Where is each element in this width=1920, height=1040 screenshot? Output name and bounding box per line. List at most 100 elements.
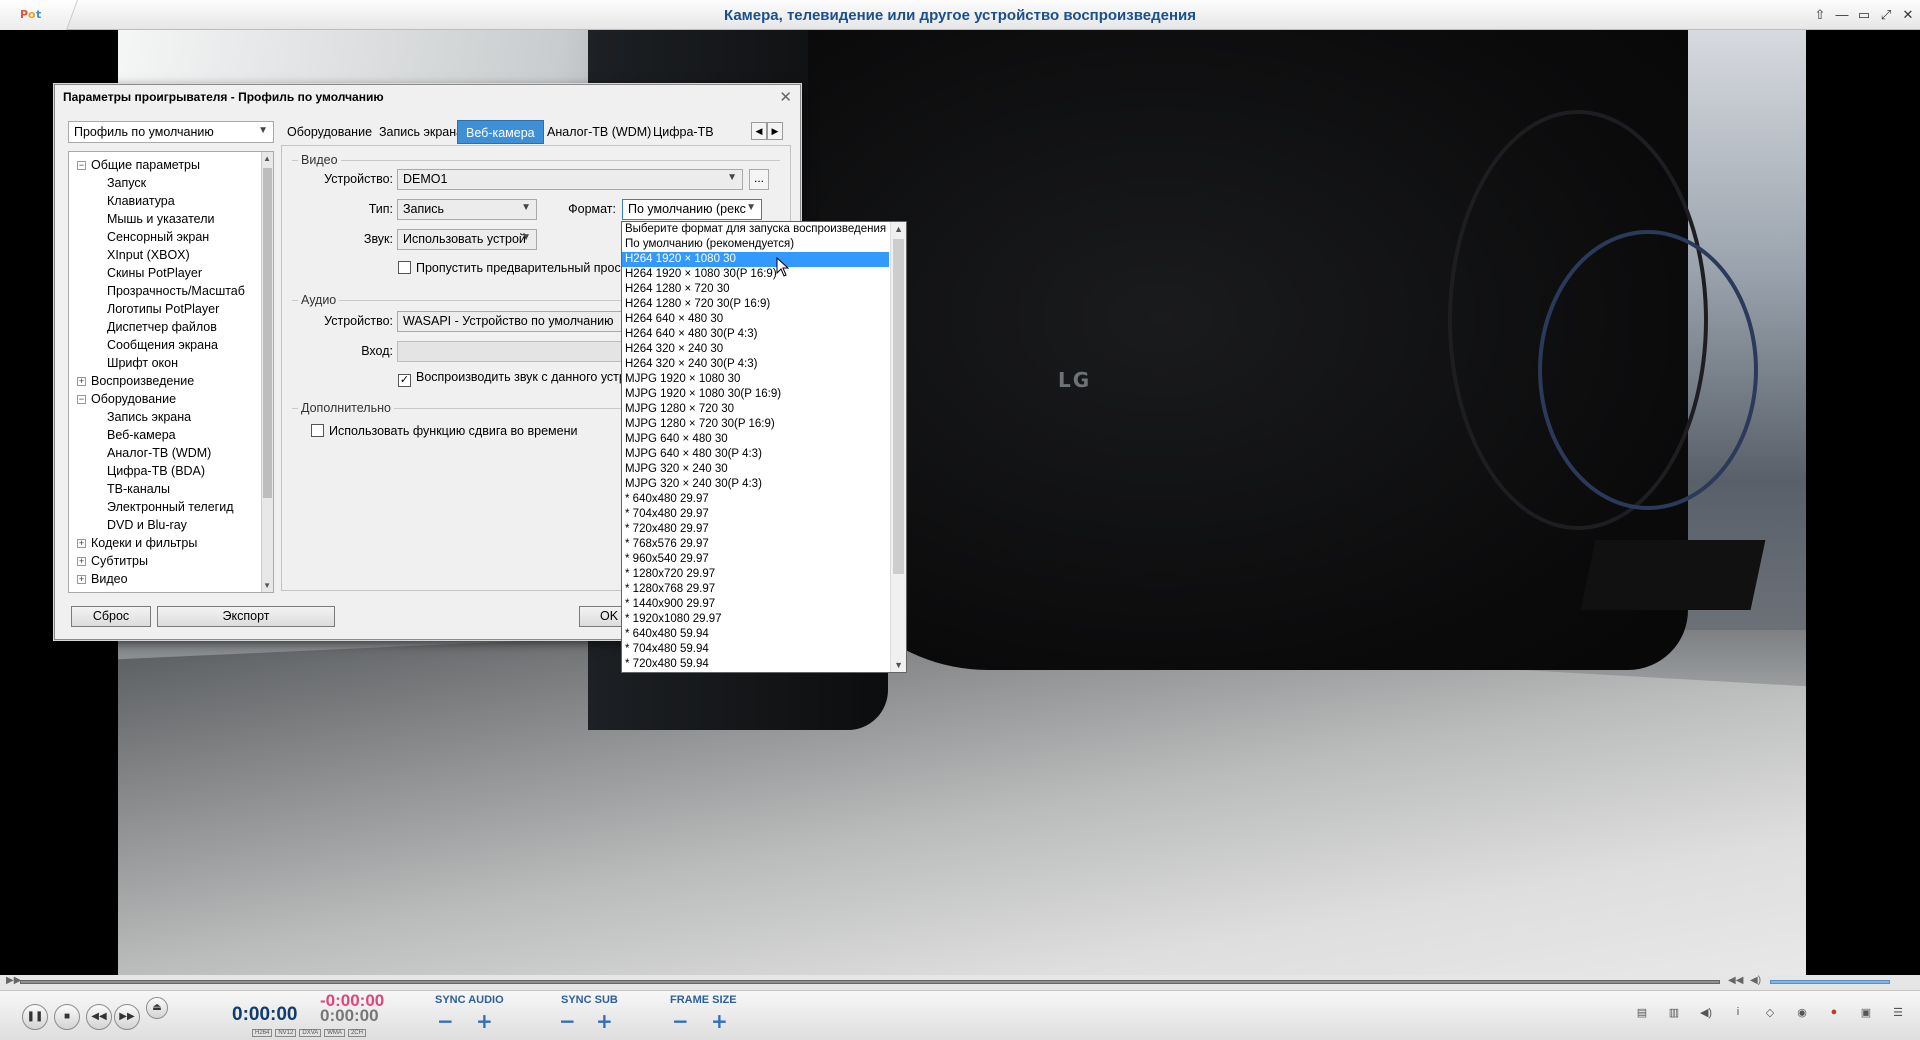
expand-icon[interactable]: + bbox=[77, 377, 86, 386]
sync-audio-minus-button[interactable]: − bbox=[437, 1009, 454, 1033]
tab-screen-capture[interactable]: Запись экрана bbox=[379, 120, 463, 144]
subtitle-icon[interactable]: ▥ bbox=[1664, 1006, 1684, 1022]
tree-item[interactable]: Диспетчер файлов bbox=[107, 320, 217, 334]
tree-item[interactable]: Электронный телегид bbox=[107, 500, 234, 514]
format-option[interactable]: H264 1920 × 1080 30(P 16:9) bbox=[622, 267, 906, 282]
tab-webcam[interactable]: Веб-камера bbox=[457, 120, 544, 144]
type-select[interactable]: Запись ▼ bbox=[397, 199, 537, 220]
sync-audio-plus-button[interactable]: + bbox=[476, 1009, 493, 1033]
checkbox-box[interactable]: ✓ bbox=[398, 374, 411, 387]
tab-hardware[interactable]: Оборудование bbox=[287, 120, 372, 144]
tree-item[interactable]: Воспроизведение bbox=[91, 374, 194, 388]
vr-icon[interactable]: ◇ bbox=[1760, 1006, 1780, 1022]
format-option[interactable]: * 1280x768 29.97 bbox=[622, 582, 906, 597]
profile-select[interactable]: Профиль по умолчанию ▼ bbox=[68, 121, 274, 143]
format-option[interactable]: * 1280x720 29.97 bbox=[622, 567, 906, 582]
seek-track[interactable] bbox=[20, 980, 1720, 984]
format-option[interactable]: H264 1280 × 720 30 bbox=[622, 282, 906, 297]
maximize-icon[interactable]: ▭ bbox=[1856, 7, 1872, 23]
tree-item[interactable]: Сообщения экрана bbox=[107, 338, 218, 352]
pin-icon[interactable]: ⇧ bbox=[1812, 7, 1828, 23]
dropdown-scrollbar[interactable]: ▲ ▼ bbox=[890, 222, 906, 672]
sound-select[interactable]: Использовать устрой ▼ bbox=[397, 229, 537, 250]
audio-icon[interactable]: ◀) bbox=[1696, 1006, 1716, 1022]
tree-item[interactable]: Логотипы PotPlayer bbox=[107, 302, 219, 316]
expand-icon[interactable]: + bbox=[77, 557, 86, 566]
scroll-up-icon[interactable]: ▲ bbox=[263, 154, 271, 163]
window-icon[interactable]: ▣ bbox=[1856, 1006, 1876, 1022]
close-icon[interactable]: ✕ bbox=[779, 88, 792, 106]
format-select[interactable]: По умолчанию (рекс ▼ bbox=[622, 199, 762, 220]
dropdown-scrollbar-thumb[interactable] bbox=[893, 239, 904, 574]
volume-slider[interactable] bbox=[1770, 980, 1890, 984]
collapse-icon[interactable]: − bbox=[77, 161, 86, 170]
format-option[interactable]: MJPG 320 × 240 30 bbox=[622, 462, 906, 477]
format-option[interactable]: * 720x480 29.97 bbox=[622, 522, 906, 537]
format-option[interactable]: MJPG 640 × 480 30(P 4:3) bbox=[622, 447, 906, 462]
tree-item[interactable]: Субтитры bbox=[91, 554, 148, 568]
scroll-up-icon[interactable]: ▲ bbox=[894, 224, 903, 234]
timeshift-checkbox[interactable]: Использовать функцию сдвига во времени bbox=[311, 424, 577, 438]
format-option[interactable]: * 960x540 29.97 bbox=[622, 552, 906, 567]
checkbox-box[interactable] bbox=[398, 261, 411, 274]
tree-item[interactable]: Аналог-ТВ (WDM) bbox=[107, 446, 211, 460]
tree-item[interactable]: XInput (XBOX) bbox=[107, 248, 190, 262]
tab-analog-tv[interactable]: Аналог-ТВ (WDM) bbox=[547, 120, 651, 144]
format-option[interactable]: MJPG 1280 × 720 30(P 16:9) bbox=[622, 417, 906, 432]
format-option[interactable]: H264 320 × 240 30 bbox=[622, 342, 906, 357]
tree-item[interactable]: Веб-камера bbox=[107, 428, 176, 442]
collapse-icon[interactable]: − bbox=[77, 395, 86, 404]
tree-item[interactable]: Запуск bbox=[107, 176, 146, 190]
frame-size-minus-button[interactable]: − bbox=[672, 1009, 689, 1033]
tree-item[interactable]: Скины PotPlayer bbox=[107, 266, 202, 280]
tree-item[interactable]: Запись экрана bbox=[107, 410, 191, 424]
play-sound-checkbox[interactable]: ✓ Воспроизводить звук с данного устрой bbox=[398, 370, 640, 387]
sync-sub-plus-button[interactable]: + bbox=[596, 1009, 613, 1033]
fullscreen-icon[interactable]: ⤢ bbox=[1878, 7, 1894, 23]
format-option[interactable]: * 768x576 29.97 bbox=[622, 537, 906, 552]
stop-button[interactable]: ■ bbox=[54, 1004, 80, 1030]
format-option[interactable]: * 1440x900 29.97 bbox=[622, 597, 906, 612]
minimize-icon[interactable]: — bbox=[1834, 7, 1850, 23]
scroll-down-icon[interactable]: ▼ bbox=[263, 581, 271, 590]
tree-item[interactable]: Клавиатура bbox=[107, 194, 175, 208]
export-button[interactable]: Экспорт bbox=[157, 606, 335, 627]
format-option[interactable]: MJPG 320 × 240 30(P 4:3) bbox=[622, 477, 906, 492]
frame-size-plus-button[interactable]: + bbox=[711, 1009, 728, 1033]
pause-button[interactable]: ❚❚ bbox=[22, 1004, 48, 1030]
format-option[interactable]: H264 1920 × 1080 30 bbox=[622, 252, 889, 267]
info-icon[interactable]: i bbox=[1728, 1006, 1748, 1022]
next-button[interactable]: ▶▶ bbox=[114, 1004, 140, 1030]
tree-item[interactable]: Общие параметры bbox=[91, 158, 200, 172]
tree-item[interactable]: Шрифт окон bbox=[107, 356, 178, 370]
format-option[interactable]: * 1920x1080 29.97 bbox=[622, 612, 906, 627]
format-option[interactable]: H264 320 × 240 30(P 4:3) bbox=[622, 357, 906, 372]
format-option[interactable]: * 640x480 29.97 bbox=[622, 492, 906, 507]
expand-icon[interactable]: + bbox=[77, 575, 86, 584]
eject-button[interactable]: ⏏ bbox=[146, 997, 168, 1019]
format-option[interactable]: * 704x480 59.94 bbox=[622, 642, 906, 657]
camera-icon[interactable]: ◉ bbox=[1792, 1006, 1812, 1022]
device-settings-button[interactable]: ... bbox=[749, 169, 769, 190]
skip-preview-checkbox[interactable]: Пропустить предварительный просм bbox=[398, 261, 629, 275]
seek-back-icon[interactable]: ◀◀ bbox=[1728, 975, 1743, 986]
seek-bar[interactable]: ▶▶ ◀◀ ◀) bbox=[0, 975, 1920, 990]
tab-scroll-right-icon[interactable]: ▶ bbox=[767, 122, 783, 140]
tree-item[interactable]: DVD и Blu-ray bbox=[107, 518, 187, 532]
volume-icon[interactable]: ◀) bbox=[1750, 975, 1761, 986]
tree-item[interactable]: Цифра-ТВ (BDA) bbox=[107, 464, 205, 478]
expand-icon[interactable]: + bbox=[77, 539, 86, 548]
format-option[interactable]: * 720x480 59.94 bbox=[622, 657, 906, 672]
previous-button[interactable]: ◀◀ bbox=[86, 1004, 112, 1030]
checkbox-box[interactable] bbox=[311, 424, 324, 437]
time-total[interactable]: 0:00:00 bbox=[320, 1006, 379, 1026]
format-option[interactable]: H264 640 × 480 30(P 4:3) bbox=[622, 327, 906, 342]
tree-item[interactable]: Сенсорный экран bbox=[107, 230, 209, 244]
menu-icon[interactable]: ☰ bbox=[1888, 1006, 1908, 1022]
tab-digital-tv[interactable]: Цифра-ТВ bbox=[653, 120, 714, 144]
playlist-icon[interactable]: ▤ bbox=[1632, 1006, 1652, 1022]
sync-sub-minus-button[interactable]: − bbox=[559, 1009, 576, 1033]
format-option[interactable]: H264 640 × 480 30 bbox=[622, 312, 906, 327]
format-option[interactable]: MJPG 1920 × 1080 30 bbox=[622, 372, 906, 387]
tree-item[interactable]: Кодеки и фильтры bbox=[91, 536, 197, 550]
